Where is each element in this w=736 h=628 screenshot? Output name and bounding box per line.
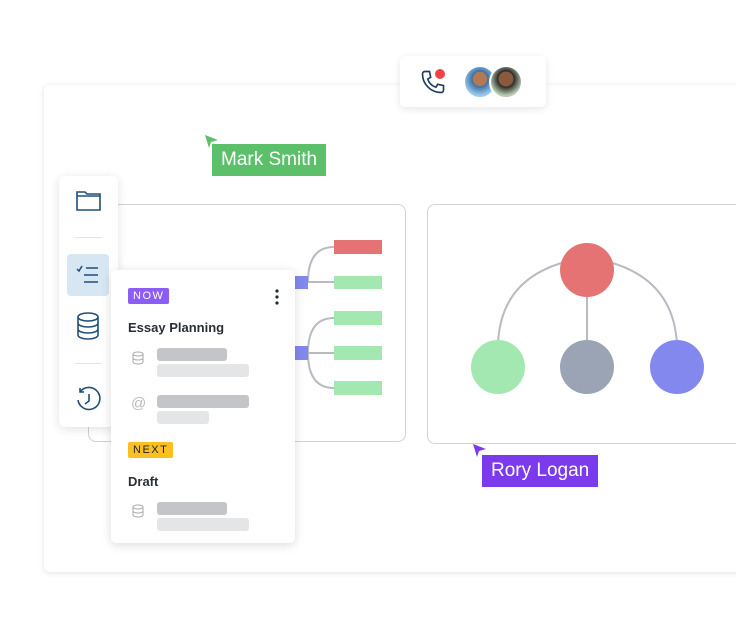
placeholder-line: [157, 364, 249, 377]
recording-indicator: [435, 69, 445, 79]
avatar[interactable]: [489, 65, 523, 99]
placeholder-line: [157, 411, 209, 424]
tree-node: [650, 340, 704, 394]
history-icon[interactable]: [75, 386, 103, 414]
placeholder-line: [157, 518, 249, 531]
divider: [75, 237, 102, 238]
cursor-label-rory-logan: Rory Logan: [482, 455, 599, 487]
database-icon: [132, 351, 144, 365]
placeholder-line: [157, 348, 227, 361]
call-widget[interactable]: [400, 56, 546, 107]
checklist-button[interactable]: [67, 254, 109, 296]
tree-node-root: [560, 243, 614, 297]
database-icon[interactable]: [76, 312, 100, 340]
placeholder-line: [157, 395, 249, 408]
divider: [75, 363, 102, 364]
task-title[interactable]: Draft: [128, 474, 158, 489]
tree-node: [471, 340, 525, 394]
status-badge-next: NEXT: [128, 442, 174, 458]
database-icon: [132, 504, 144, 518]
checklist-icon: [76, 265, 98, 283]
tree-node: [560, 340, 614, 394]
task-title[interactable]: Essay Planning: [128, 320, 224, 335]
sidebar-toolbar: [59, 176, 118, 427]
more-vertical-icon[interactable]: [274, 289, 280, 305]
task-card: NOW Essay Planning @ NEXT Draft: [111, 270, 295, 543]
at-icon: @: [131, 395, 147, 412]
cursor-label-mark-smith: Mark Smith: [212, 144, 327, 176]
folder-icon[interactable]: [76, 189, 101, 211]
placeholder-line: [157, 502, 227, 515]
status-badge-now: NOW: [128, 288, 170, 304]
